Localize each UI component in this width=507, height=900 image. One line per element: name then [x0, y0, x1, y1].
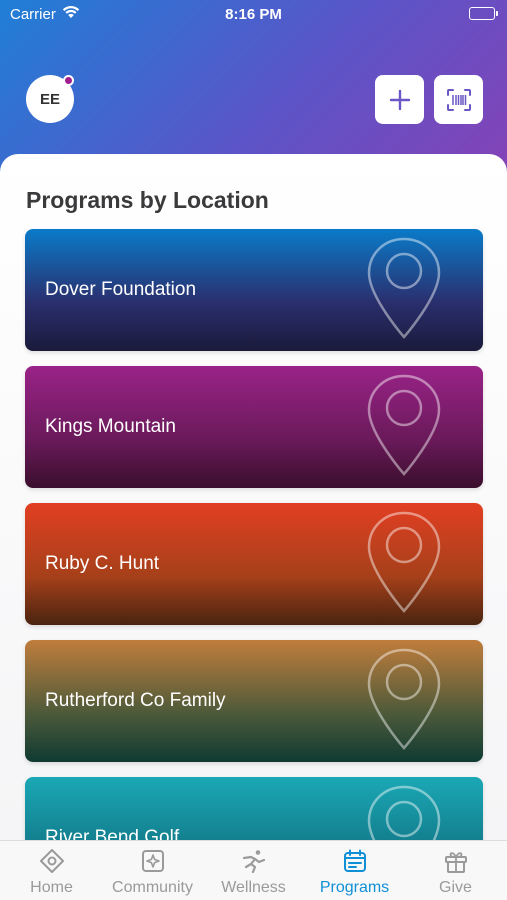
tab-give[interactable]: Give: [405, 841, 506, 900]
tab-label: Wellness: [221, 879, 286, 896]
location-pin-icon: [367, 648, 441, 750]
location-pin-icon: [367, 374, 441, 476]
notification-dot: [63, 75, 74, 86]
tab-wellness[interactable]: Wellness: [203, 841, 304, 900]
location-pin-icon: [367, 511, 441, 613]
tab-label: Home: [30, 879, 73, 896]
gift-icon: [444, 852, 467, 873]
clock: 8:16 PM: [225, 6, 282, 23]
content-panel: Programs by Location Dover Foundation Ki…: [0, 154, 507, 900]
battery-icon: [469, 7, 498, 20]
section-title: Programs by Location: [26, 187, 269, 213]
location-name: Kings Mountain: [45, 416, 176, 437]
location-card[interactable]: Kings Mountain: [25, 366, 483, 488]
add-button[interactable]: [375, 75, 424, 124]
scan-button[interactable]: [434, 75, 483, 124]
location-card[interactable]: Rutherford Co Family: [25, 640, 483, 762]
tab-community[interactable]: Community: [102, 841, 203, 900]
location-pin-icon: [367, 237, 441, 339]
location-card[interactable]: Ruby C. Hunt: [25, 503, 483, 625]
plus-icon: [389, 89, 410, 110]
avatar-initials: EE: [39, 90, 60, 108]
tab-programs[interactable]: Programs: [304, 841, 405, 900]
avatar[interactable]: EE: [26, 75, 74, 123]
programs-calendar-icon: [343, 849, 366, 872]
tab-bar: Home Community Wellness Programs Give: [0, 840, 507, 900]
location-name: Rutherford Co Family: [45, 690, 226, 711]
tab-label: Programs: [319, 879, 390, 896]
location-card[interactable]: Dover Foundation: [25, 229, 483, 351]
tab-label: Give: [439, 879, 472, 896]
location-name: Dover Foundation: [45, 279, 197, 300]
community-icon: [141, 850, 164, 872]
home-diamond-icon: [39, 849, 64, 873]
tab-home[interactable]: Home: [1, 841, 102, 900]
barcode-scan-icon: [446, 88, 471, 111]
tab-label: Community: [112, 879, 193, 896]
status-bar: Carrier 8:16 PM: [0, 0, 507, 30]
wellness-icon: [242, 850, 265, 874]
location-name: Ruby C. Hunt: [45, 553, 160, 574]
